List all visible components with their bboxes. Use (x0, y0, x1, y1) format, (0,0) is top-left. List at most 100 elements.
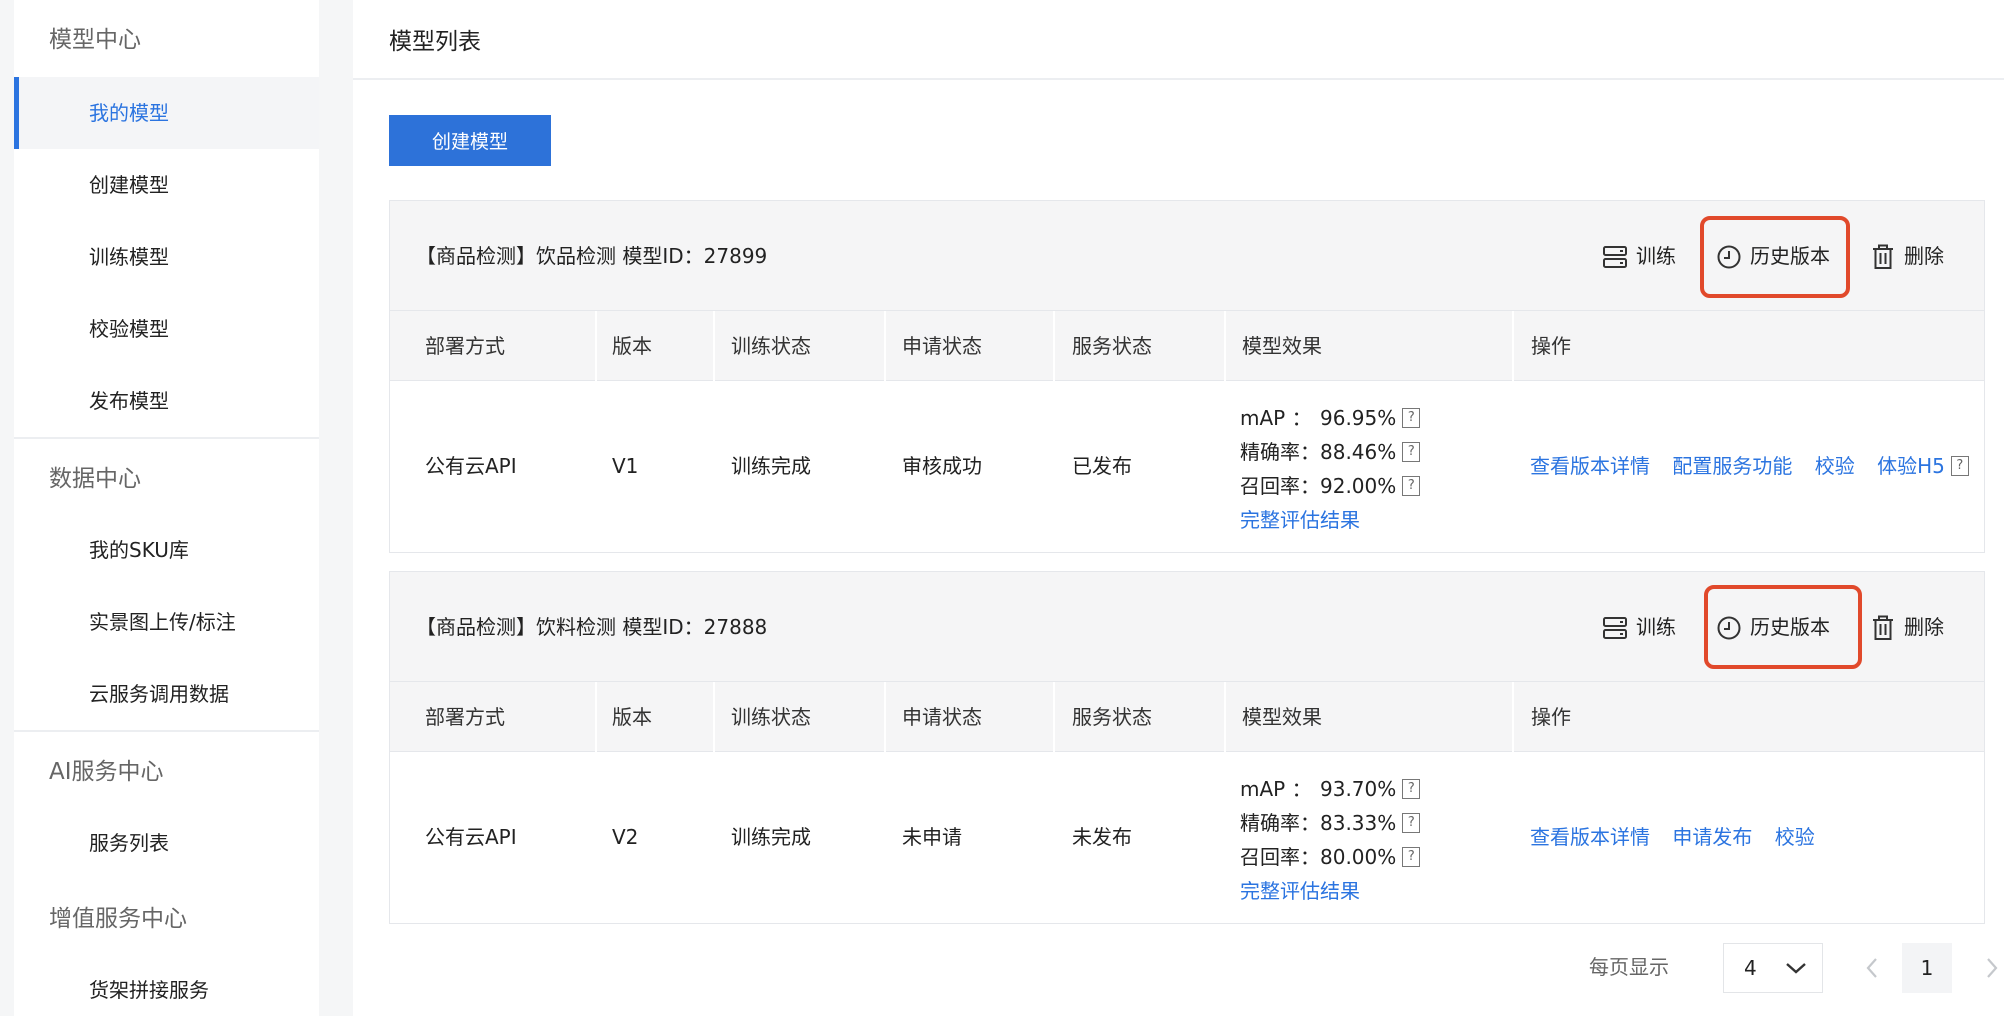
metric-map-label: mAP ： (1240, 406, 1312, 430)
column-header-train-status: 训练状态 (731, 705, 811, 729)
view-version-details-link[interactable]: 查看版本详情 (1530, 454, 1650, 478)
sidebar-group-data-center: 数据中心 (49, 466, 141, 492)
column-separator (1512, 682, 1514, 752)
metric-map-value: 93.70% (1320, 777, 1397, 801)
sidebar-item-service-list[interactable]: 服务列表 (14, 807, 319, 879)
main-panel: 模型列表 创建模型 【商品检测】饮品检测 模型ID：27899 训练 历史版本 (353, 0, 2004, 1016)
cell-apply-status: 未申请 (902, 825, 962, 849)
help-icon[interactable]: ? (1402, 441, 1421, 462)
cell-deploy: 公有云API (425, 454, 517, 478)
sidebar-item-my-models[interactable]: 我的模型 (14, 77, 319, 149)
operations-cell: 查看版本详情 配置服务功能 校验 体验H5? (1530, 381, 1969, 552)
clock-icon (1717, 245, 1741, 269)
column-separator (1512, 311, 1514, 381)
column-header-version: 版本 (612, 705, 652, 729)
chevron-down-icon (1786, 963, 1806, 974)
configure-service-link[interactable]: 配置服务功能 (1672, 454, 1792, 478)
sidebar-item-shelf-stitch[interactable]: 货架拼接服务 (14, 954, 319, 1016)
metric-map-value: 96.95% (1320, 406, 1397, 430)
full-evaluation-link[interactable]: 完整评估结果 (1240, 503, 1420, 537)
cell-train-status: 训练完成 (731, 454, 811, 478)
table-row: 公有云API V1 训练完成 审核成功 已发布 mAP ： 96.95%? 精确率… (390, 381, 1984, 552)
per-page-label: 每页显示 (1589, 955, 1669, 979)
metric-precision-value: 88.46% (1320, 440, 1397, 464)
column-separator (1053, 311, 1055, 381)
per-page-select[interactable]: 4 (1723, 943, 1823, 993)
column-header-apply-status: 申请状态 (902, 334, 982, 358)
create-model-button[interactable]: 创建模型 (389, 115, 551, 166)
operations-cell: 查看版本详情 申请发布 校验 (1530, 752, 1831, 923)
sidebar-item-cloud-call-data[interactable]: 云服务调用数据 (14, 658, 319, 730)
sidebar-group-value-added: 增值服务中心 (49, 906, 187, 932)
page-number-current[interactable]: 1 (1902, 943, 1952, 993)
column-header-apply-status: 申请状态 (902, 705, 982, 729)
metric-precision-label: 精确率： (1240, 811, 1320, 835)
sidebar-group-ai-service: AI服务中心 (49, 759, 164, 785)
validate-link[interactable]: 校验 (1775, 825, 1815, 849)
metric-map: mAP ： 96.95%? (1240, 401, 1421, 435)
table-header-row: 部署方式 版本 训练状态 申请状态 服务状态 模型效果 操作 (390, 311, 1984, 381)
help-icon[interactable]: ? (1402, 475, 1421, 496)
server-icon (1603, 617, 1627, 639)
validate-link[interactable]: 校验 (1815, 454, 1855, 478)
history-version-button[interactable]: 历史版本 (1716, 572, 1846, 682)
help-icon[interactable]: ? (1402, 407, 1421, 428)
model-title: 【商品检测】饮料检测 模型ID：27888 (416, 615, 768, 639)
metric-precision-value: 83.33% (1320, 811, 1397, 835)
column-separator (713, 682, 715, 752)
metric-recall-label: 召回率： (1240, 474, 1320, 498)
metric-recall-label: 召回率： (1240, 845, 1320, 869)
try-h5-link[interactable]: 体验H5 (1877, 454, 1945, 478)
train-button[interactable]: 训练 (1602, 572, 1714, 682)
cell-service-status: 已发布 (1072, 454, 1132, 478)
column-separator (1224, 682, 1226, 752)
model-title: 【商品检测】饮品检测 模型ID：27899 (416, 244, 768, 268)
column-header-operations: 操作 (1531, 334, 1571, 358)
delete-label: 删除 (1904, 244, 1944, 268)
metric-recall-value: 80.00% (1320, 845, 1397, 869)
per-page-value: 4 (1744, 956, 1757, 980)
column-header-version: 版本 (612, 334, 652, 358)
pagination: 每页显示 4 1 (1444, 940, 2004, 994)
model-effect-metrics: mAP ： 96.95%? 精确率：88.46%? 召回率：92.00%? 完整评… (1240, 401, 1421, 537)
metric-precision: 精确率：83.33%? (1240, 806, 1421, 840)
column-separator (713, 311, 715, 381)
cell-deploy: 公有云API (425, 825, 517, 849)
column-separator (1053, 682, 1055, 752)
metric-map-label: mAP ： (1240, 777, 1312, 801)
sidebar-item-validate-model[interactable]: 校验模型 (14, 293, 319, 365)
history-version-button[interactable]: 历史版本 (1716, 201, 1846, 311)
help-icon[interactable]: ? (1402, 812, 1421, 833)
sidebar-item-my-sku[interactable]: 我的SKU库 (14, 514, 319, 586)
sidebar-item-create-model[interactable]: 创建模型 (14, 149, 319, 221)
column-separator (1224, 311, 1226, 381)
sidebar-item-scene-upload[interactable]: 实景图上传/标注 (14, 586, 319, 658)
column-separator (595, 311, 597, 381)
model-card-header: 【商品检测】饮料检测 模型ID：27888 训练 历史版本 删除 (390, 572, 1984, 682)
apply-publish-link[interactable]: 申请发布 (1672, 825, 1752, 849)
full-evaluation-link[interactable]: 完整评估结果 (1240, 874, 1420, 908)
sidebar: 模型中心 我的模型 创建模型 训练模型 校验模型 发布模型 数据中心 我的SKU… (14, 0, 319, 1016)
cell-train-status: 训练完成 (731, 825, 811, 849)
model-card: 【商品检测】饮品检测 模型ID：27899 训练 历史版本 删除 部署方式 版本… (389, 200, 1985, 553)
chevron-left-icon[interactable] (1862, 956, 1882, 980)
sidebar-item-train-model[interactable]: 训练模型 (14, 221, 319, 293)
metric-recall: 召回率：92.00%? (1240, 469, 1421, 503)
column-header-model-effect: 模型效果 (1242, 705, 1322, 729)
column-separator (595, 682, 597, 752)
sidebar-item-publish-model[interactable]: 发布模型 (14, 365, 319, 437)
train-button[interactable]: 训练 (1602, 201, 1714, 311)
help-icon[interactable]: ? (1402, 778, 1421, 799)
column-header-deploy: 部署方式 (425, 334, 505, 358)
train-label: 训练 (1636, 244, 1676, 268)
trash-icon (1873, 615, 1893, 640)
view-version-details-link[interactable]: 查看版本详情 (1530, 825, 1650, 849)
help-icon[interactable]: ? (1950, 455, 1969, 476)
chevron-right-icon[interactable] (1982, 956, 2002, 980)
history-version-label: 历史版本 (1750, 244, 1830, 268)
column-separator (884, 311, 886, 381)
delete-button[interactable]: 删除 (1870, 201, 1950, 311)
train-label: 训练 (1636, 615, 1676, 639)
delete-button[interactable]: 删除 (1870, 572, 1950, 682)
help-icon[interactable]: ? (1402, 846, 1421, 867)
